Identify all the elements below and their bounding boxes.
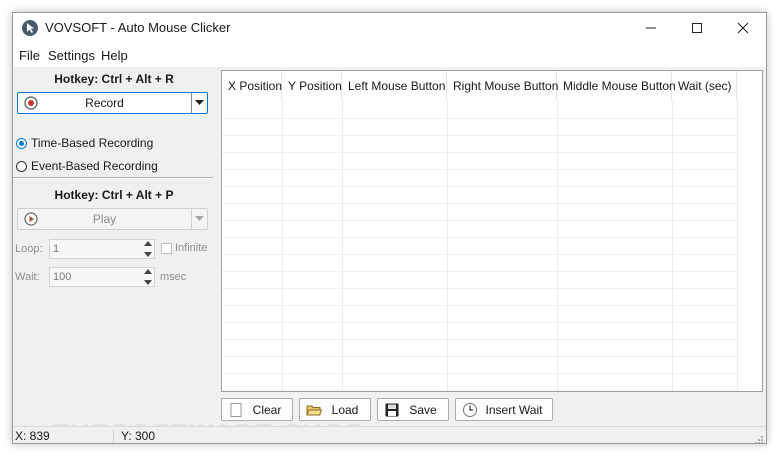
close-button[interactable] xyxy=(720,13,766,43)
insert-wait-button[interactable]: Insert Wait xyxy=(455,398,553,421)
record-button[interactable]: Record xyxy=(17,92,208,114)
radio-indicator-checked xyxy=(16,137,27,149)
play-hotkey-label: Hotkey: Ctrl + Alt + P xyxy=(54,188,174,202)
loop-label: Loop: xyxy=(15,243,43,255)
grid-row-line xyxy=(222,305,738,306)
grid-column-line xyxy=(282,101,283,391)
grid-row-line xyxy=(222,169,738,170)
wait-label: Wait: xyxy=(15,271,40,283)
column-header[interactable]: Left Mouse Button xyxy=(342,71,447,101)
event-based-radio[interactable]: Event-Based Recording xyxy=(16,158,158,174)
grid-row-line xyxy=(222,220,738,221)
column-header[interactable]: Right Mouse Button xyxy=(447,71,558,101)
record-hotkey-label: Hotkey: Ctrl + Alt + R xyxy=(54,72,174,86)
grid-column-line xyxy=(447,101,448,391)
window-title: VOVSOFT - Auto Mouse Clicker xyxy=(45,20,231,35)
record-dropdown[interactable] xyxy=(191,93,207,113)
table-body[interactable] xyxy=(222,101,762,391)
grid-column-line xyxy=(342,101,343,391)
resize-grip-icon[interactable] xyxy=(754,434,764,443)
divider xyxy=(13,177,213,179)
grid-column-line xyxy=(672,101,673,391)
chevron-down-icon xyxy=(195,216,204,221)
control-panel: Hotkey: Ctrl + Alt + R Record Time-Based… xyxy=(13,67,215,427)
grid-row-line xyxy=(222,152,738,153)
event-based-label: Event-Based Recording xyxy=(31,159,158,173)
save-button[interactable]: Save xyxy=(377,398,449,421)
menu-settings[interactable]: Settings xyxy=(48,48,95,63)
wait-unit-label: msec xyxy=(160,271,187,283)
maximize-button[interactable] xyxy=(674,13,720,43)
grid-row-line xyxy=(222,237,738,238)
grid-row-line xyxy=(222,288,738,289)
menu-file[interactable]: File xyxy=(19,48,40,63)
time-based-radio[interactable]: Time-Based Recording xyxy=(16,135,153,151)
status-bar: X: 839 Y: 300 xyxy=(13,426,766,443)
grid-row-line xyxy=(222,390,738,391)
column-header[interactable]: Wait (sec) xyxy=(672,71,737,101)
loop-spinner[interactable]: 1 xyxy=(49,239,155,259)
recording-table[interactable]: X Position Y Position Left Mouse Button … xyxy=(221,70,763,392)
grid-column-line xyxy=(557,101,558,391)
wait-value: 100 xyxy=(53,271,72,283)
menu-bar: File Settings Help xyxy=(13,43,766,67)
column-header[interactable]: Middle Mouse Button xyxy=(557,71,676,101)
chevron-down-icon xyxy=(195,100,204,105)
maximize-icon xyxy=(692,23,702,33)
menu-help[interactable]: Help xyxy=(101,48,128,63)
infinite-checkbox[interactable]: Infinite xyxy=(161,242,207,254)
status-x-coordinate: X: 839 xyxy=(15,429,50,443)
title-bar[interactable]: VOVSOFT - Auto Mouse Clicker xyxy=(13,13,766,43)
column-header[interactable]: Y Position xyxy=(282,71,342,101)
play-dropdown[interactable] xyxy=(191,209,207,229)
app-window: VOVSOFT - Auto Mouse Clicker File Settin… xyxy=(12,12,767,444)
table-header: X Position Y Position Left Mouse Button … xyxy=(222,71,737,101)
infinite-label: Infinite xyxy=(175,242,208,254)
grid-row-line xyxy=(222,339,738,340)
grid-row-line xyxy=(222,135,738,136)
grid-row-line xyxy=(222,271,738,272)
play-button-label: Play xyxy=(92,212,117,226)
wait-spinner[interactable]: 100 xyxy=(49,267,155,287)
loop-value: 1 xyxy=(53,243,60,255)
status-y-coordinate: Y: 300 xyxy=(121,429,156,443)
grid-row-line xyxy=(222,322,738,323)
checkbox-box xyxy=(161,242,172,254)
minimize-icon xyxy=(646,27,656,29)
grid-column-line xyxy=(737,101,738,391)
load-button-label: Load xyxy=(331,403,359,417)
grid-row-line xyxy=(222,203,738,204)
minimize-button[interactable] xyxy=(628,13,674,43)
time-based-label: Time-Based Recording xyxy=(31,136,154,150)
app-logo-icon xyxy=(21,19,39,37)
spin-arrows-icon[interactable] xyxy=(143,241,153,257)
spin-arrows-icon[interactable] xyxy=(143,269,153,285)
grid-row-line xyxy=(222,186,738,187)
insert-wait-button-label: Insert Wait xyxy=(485,403,543,417)
clear-button-label: Clear xyxy=(252,403,282,417)
close-icon xyxy=(737,22,749,34)
play-button[interactable]: Play xyxy=(17,208,208,230)
grid-row-line xyxy=(222,373,738,374)
column-header[interactable]: X Position xyxy=(222,71,282,101)
grid-row-line xyxy=(222,118,738,119)
status-divider xyxy=(113,429,114,443)
save-button-label: Save xyxy=(409,403,437,417)
grid-row-line xyxy=(222,254,738,255)
radio-indicator xyxy=(16,160,27,172)
grid-row-line xyxy=(222,356,738,357)
record-button-label: Record xyxy=(85,96,124,110)
